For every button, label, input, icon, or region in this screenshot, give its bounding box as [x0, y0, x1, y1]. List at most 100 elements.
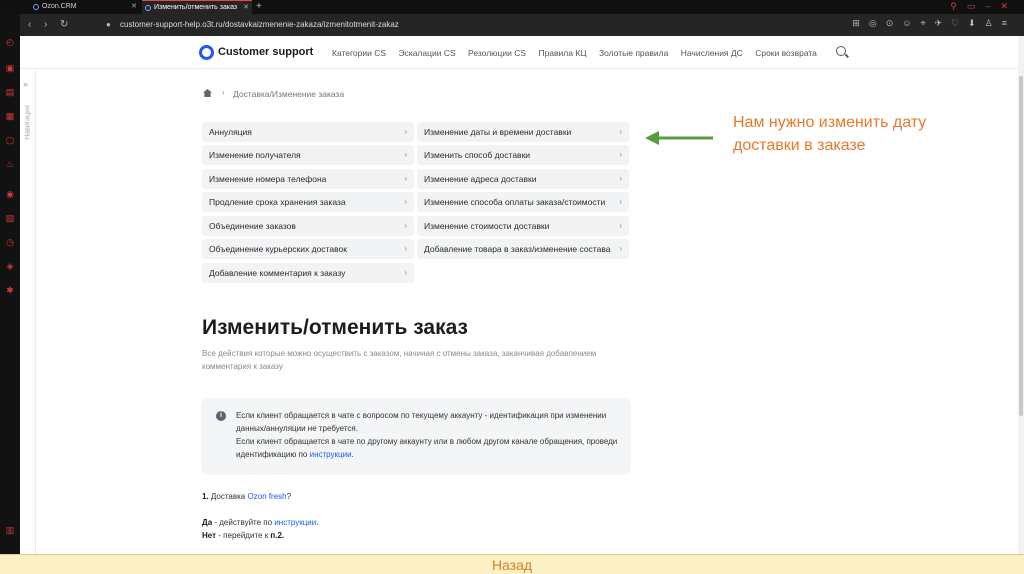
menu-item-escalations[interactable]: Эскалации CS	[398, 48, 455, 58]
step-ref[interactable]: п.2	[270, 531, 282, 540]
card-label: Добавление товара в заказ/изменение сост…	[424, 244, 611, 254]
chevron-right-icon: ›	[404, 268, 407, 277]
navigation-strip[interactable]: » Навигация	[20, 69, 36, 554]
card-change-payment[interactable]: Изменение способа оплаты заказа/стоимост…	[417, 192, 629, 212]
cube-icon[interactable]: ◈	[4, 260, 16, 272]
card-label: Объединение курьерских доставок	[209, 244, 347, 254]
info-icon: i	[216, 411, 226, 421]
browser-toolbar-icons[interactable]: ⊞◎⊙☺⌖✈♡⬇♙≡	[852, 18, 1016, 29]
card-label: Изменение номера телефона	[209, 174, 327, 184]
speed-dial-icon[interactable]: ◴	[4, 36, 16, 48]
chat-icon[interactable]: ▢	[4, 134, 16, 146]
info-box: i Если клиент обращается в чате с вопрос…	[201, 398, 631, 475]
card-label: Аннуляция	[209, 127, 252, 137]
url-field[interactable]: customer-support-help.o3t.ru/dostavkaizm…	[120, 20, 399, 29]
menu-item-golden-rules[interactable]: Золотые правила	[599, 48, 668, 58]
chevron-right-icon: ›	[619, 127, 622, 136]
twitch-icon[interactable]: ▤	[4, 86, 16, 98]
info-text: Если клиент обращается в чате с вопросом…	[236, 409, 621, 461]
browser-tab-bar: Ozon.CRM ✕ Изменить/отменить заказ ✕ + ⚲…	[0, 0, 1024, 14]
scrollbar-thumb[interactable]	[1019, 76, 1023, 416]
card-change-recipient[interactable]: Изменение получателя ›	[202, 145, 414, 165]
instruction-link[interactable]: инструкции	[310, 450, 352, 459]
step-1: 1. Доставка Ozon fresh?	[202, 492, 291, 501]
tab-ozon-crm[interactable]: Ozon.CRM ✕	[30, 0, 140, 14]
window-controls[interactable]: ⚲▭–✕	[950, 1, 1018, 12]
breadcrumb[interactable]: Доставка/Изменение заказа	[233, 89, 344, 99]
forward-icon[interactable]: ›	[44, 19, 47, 30]
menu-item-return-terms[interactable]: Сроки возврата	[755, 48, 817, 58]
site-header: Customer support Категории CS Эскалации …	[20, 36, 1020, 69]
card-add-comment[interactable]: Добавление комментария к заказу ›	[202, 263, 414, 283]
search-icon[interactable]	[836, 46, 846, 56]
chevron-double-right-icon[interactable]: »	[23, 79, 28, 89]
reload-icon[interactable]: ↻	[60, 19, 68, 30]
chevron-right-icon: ›	[619, 244, 622, 253]
card-change-delivery-cost[interactable]: Изменение стоимости доставки ›	[417, 216, 629, 236]
step-text: Доставка	[208, 492, 248, 501]
card-extend-storage[interactable]: Продление срока хранения заказа ›	[202, 192, 414, 212]
menu-item-categories[interactable]: Категории CS	[332, 48, 386, 58]
tab-favicon-icon	[33, 4, 39, 10]
no-text: - перейдите к	[216, 531, 271, 540]
info-line-2: Если клиент обращается в чате по другому…	[236, 437, 618, 459]
page-title: Изменить/отменить заказ	[202, 316, 468, 339]
annotation-arrow-icon	[645, 131, 713, 145]
card-label: Добавление комментария к заказу	[209, 268, 346, 278]
menu-item-resolutions[interactable]: Резолюции CS	[468, 48, 526, 58]
player-icon[interactable]: ◉	[4, 188, 16, 200]
chevron-right-icon: ›	[619, 150, 622, 159]
answer-yes: Да - действуйте по инструкции.	[202, 518, 318, 527]
page-scrollbar[interactable]	[1018, 36, 1024, 554]
card-label: Изменение адреса доставки	[424, 174, 537, 184]
yes-instruction-link[interactable]: инструкции	[274, 518, 316, 527]
card-label: Изменение способа оплаты заказа/стоимост…	[424, 197, 606, 207]
back-icon[interactable]: ‹	[28, 19, 31, 30]
chevron-right-icon: ›	[404, 221, 407, 230]
card-change-phone[interactable]: Изменение номера телефона ›	[202, 169, 414, 189]
flame-icon[interactable]: ♨	[4, 158, 16, 170]
chevron-right-icon: ›	[619, 174, 622, 183]
menu-item-accruals[interactable]: Начисления ДС	[681, 48, 743, 58]
logo-text[interactable]: Customer support	[218, 46, 313, 58]
ozon-fresh-link[interactable]: Ozon fresh	[247, 492, 286, 501]
home-icon[interactable]	[203, 89, 212, 97]
menu-item-rules[interactable]: Правила КЦ	[538, 48, 586, 58]
back-button[interactable]: Назад	[0, 554, 1024, 574]
settings-icon[interactable]: ✱	[4, 284, 16, 296]
card-merge-courier[interactable]: Объединение курьерских доставок ›	[202, 239, 414, 259]
page-description: Все действия которые можно осуществить с…	[202, 349, 597, 371]
close-tab-icon[interactable]: ✕	[243, 1, 249, 14]
card-change-delivery-date[interactable]: Изменение даты и времени доставки ›	[417, 122, 629, 142]
browser-sidebar: ◴ ▣ ▤ ▦ ▢ ♨ ◉ ▧ ◷ ◈ ✱ ▥	[0, 14, 20, 554]
card-label: Изменение стоимости доставки	[424, 221, 550, 231]
new-tab-icon[interactable]: +	[256, 0, 262, 13]
address-bar: ‹ › ↻ ● customer-support-help.o3t.ru/dos…	[20, 14, 1024, 36]
step-tail: ?	[286, 492, 292, 501]
card-label: Изменение даты и времени доставки	[424, 127, 572, 137]
chevron-right-icon: ›	[404, 197, 407, 206]
news-icon[interactable]: ▦	[4, 110, 16, 122]
logo-icon[interactable]	[199, 45, 214, 60]
card-add-item[interactable]: Добавление товара в заказ/изменение сост…	[417, 239, 629, 259]
card-change-address[interactable]: Изменение адреса доставки ›	[417, 169, 629, 189]
chevron-right-icon: ›	[619, 197, 622, 206]
info-line-1: Если клиент обращается в чате с вопросом…	[236, 411, 607, 433]
card-merge-orders[interactable]: Объединение заказов ›	[202, 216, 414, 236]
wallet-icon[interactable]: ▥	[4, 524, 16, 536]
no-label: Нет	[202, 531, 217, 540]
navigation-label: Навигация	[24, 105, 32, 140]
yes-tail: .	[316, 518, 319, 527]
yes-label: Да	[202, 518, 213, 527]
card-change-delivery-method[interactable]: Изменить способ доставки ›	[417, 145, 629, 165]
card-label: Объединение заказов	[209, 221, 296, 231]
card-cancellation[interactable]: Аннуляция ›	[202, 122, 414, 142]
close-tab-icon[interactable]: ✕	[131, 0, 137, 14]
tab-active[interactable]: Изменить/отменить заказ ✕	[142, 0, 252, 14]
chevron-right-icon: ›	[619, 221, 622, 230]
answer-no: Нет - перейдите к п.2.	[202, 531, 284, 540]
chevron-right-icon: ›	[404, 150, 407, 159]
vk-icon[interactable]: ▧	[4, 212, 16, 224]
history-icon[interactable]: ◷	[4, 236, 16, 248]
bag-icon[interactable]: ▣	[4, 62, 16, 74]
